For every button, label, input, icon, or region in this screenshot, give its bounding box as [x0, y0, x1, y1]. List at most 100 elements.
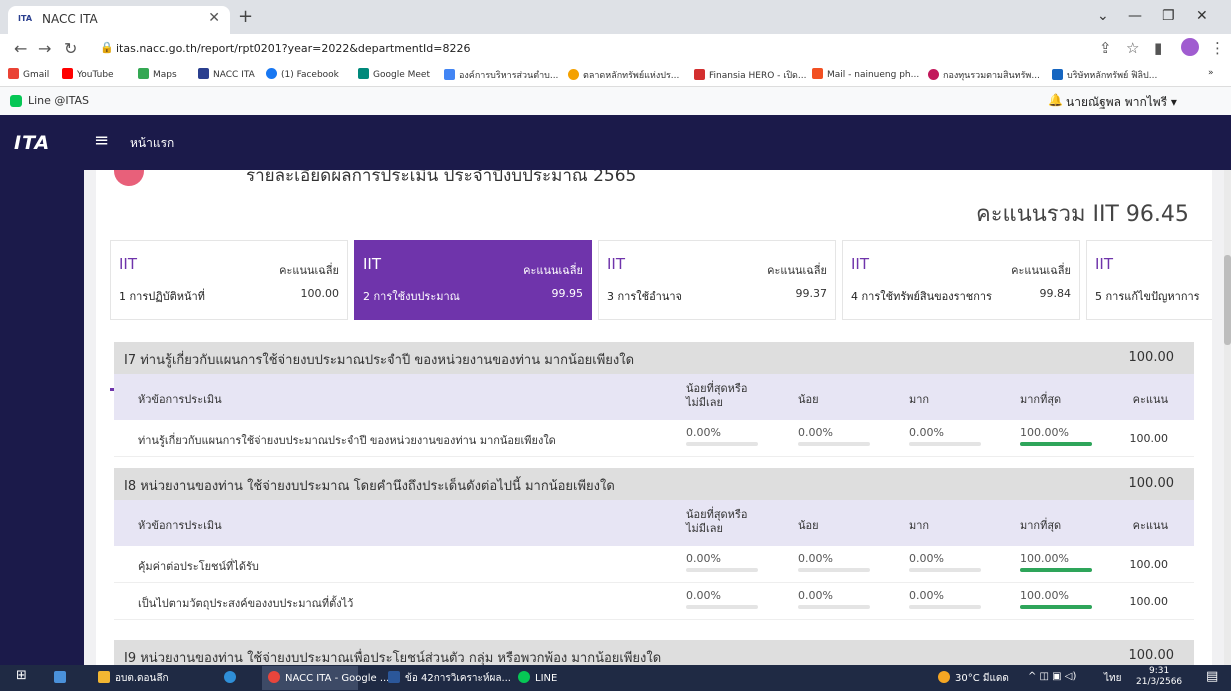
table-header: หัวข้อการประเมิน น้อยที่สุดหรือ ไม่มีเลย…: [114, 374, 1194, 420]
table-row: คุ้มค่าต่อประโยชน์ที่ได้รับ 0.00% 0.00% …: [114, 546, 1194, 583]
bookmark-item[interactable]: Mail - nainueng ph...: [812, 68, 919, 80]
close-tab-icon[interactable]: ✕: [208, 10, 220, 26]
folder-icon: [98, 671, 110, 683]
col-little: น้อย: [798, 519, 819, 532]
notification-icon[interactable]: ▤: [1206, 669, 1218, 684]
tab-avg-label: คะแนนเฉลี่ย: [523, 264, 583, 277]
bookmark-item[interactable]: ตลาดหลักทรัพย์แห่งปร...: [568, 68, 679, 82]
bookmark-item[interactable]: องค์การบริหารส่วนตำบ...: [444, 68, 558, 82]
browser-tab[interactable]: ITA NACC ITA ✕: [8, 6, 230, 34]
home-link[interactable]: หน้าแรก: [130, 134, 174, 153]
new-tab-icon[interactable]: +: [238, 6, 253, 27]
tab-authority[interactable]: IIT คะแนนเฉลี่ย 3 การใช้อำนาจ 99.37: [598, 240, 836, 320]
tab-value: 99.37: [795, 287, 828, 300]
windows-start-icon[interactable]: ⊞: [16, 668, 27, 683]
table-row: เป็นไปตามวัตถุประสงค์ของงบประมาณที่ตั้งไ…: [114, 583, 1194, 620]
back-icon[interactable]: ←: [14, 39, 27, 58]
taskbar: ⊞ อบต.ดอนลึก NACC ITA - Google ... ข้อ 4…: [0, 665, 1231, 691]
question-score: 100.00: [1128, 350, 1175, 365]
bookmark-star-icon[interactable]: ☆: [1126, 39, 1139, 57]
bookmark-item[interactable]: กองทุนรวมตามสินทรัพ...: [928, 68, 1040, 82]
table-header: หัวข้อการประเมิน น้อยที่สุดหรือ ไม่มีเลย…: [114, 500, 1194, 546]
col-topic: หัวข้อการประเมิน: [138, 519, 222, 532]
bookmark-item[interactable]: Gmail: [8, 68, 49, 80]
row-label: คุ้มค่าต่อประโยชน์ที่ได้รับ: [138, 560, 259, 573]
pct-most: 100.00%: [1020, 552, 1092, 572]
tab-value: 99.84: [1039, 287, 1072, 300]
col-much: มาก: [909, 393, 930, 406]
window-close-icon[interactable]: ✕: [1196, 8, 1208, 24]
col-most: มากที่สุด: [1020, 519, 1062, 532]
tab-performance[interactable]: IIT คะแนนเฉลี่ย 1 การปฏิบัติหน้าที่ 100.…: [110, 240, 348, 320]
bookmark-item[interactable]: NACC ITA: [198, 68, 255, 80]
bookmark-item[interactable]: Maps: [138, 68, 177, 80]
photo-app-icon[interactable]: [54, 671, 71, 684]
question-score: 100.00: [1128, 476, 1175, 491]
bookmark-item[interactable]: (1) Facebook: [266, 68, 339, 80]
bell-icon[interactable]: 🔔: [1048, 93, 1063, 107]
bookmark-item[interactable]: บริษัทหลักทรัพย์ ฟิลิป...: [1052, 68, 1157, 82]
clock[interactable]: 9:31 21/3/2566: [1136, 666, 1182, 688]
tab-iit-label: IIT: [119, 255, 138, 273]
forward-icon[interactable]: →: [38, 39, 51, 58]
minimize-icon[interactable]: —: [1128, 8, 1142, 24]
bookmark-icon: [928, 69, 939, 80]
taskbar-item-word[interactable]: ข้อ 42การวิเคราะห์ผล...: [388, 671, 511, 686]
bookmarks-more[interactable]: »: [1208, 68, 1214, 78]
menu-kebab-icon[interactable]: ⋮: [1210, 39, 1225, 57]
extension-bar: Line @ITAS 🔔 นายณัฐพล พากไพรี ▾: [0, 87, 1231, 116]
scrollbar[interactable]: [1224, 170, 1231, 665]
tab-avg-label: คะแนนเฉลี่ย: [1011, 264, 1071, 277]
profile-avatar[interactable]: [1181, 38, 1199, 56]
tab-avg-label: คะแนนเฉลี่ย: [279, 264, 339, 277]
scrollbar-thumb[interactable]: [1224, 255, 1231, 345]
pct-little: 0.00%: [798, 552, 870, 572]
sun-icon: [938, 671, 950, 683]
chrome-icon: [268, 671, 280, 683]
tab-assets[interactable]: IIT คะแนนเฉลี่ย 4 การใช้ทรัพย์สินของราชก…: [842, 240, 1080, 320]
bookmark-item[interactable]: Finansia HERO - เปิด...: [694, 68, 807, 82]
user-menu[interactable]: นายณัฐพล พากไพรี ▾: [1066, 93, 1177, 112]
bookmark-item[interactable]: YouTube: [62, 68, 114, 80]
bookmarks-bar: Gmail YouTube Maps NACC ITA (1) Facebook…: [0, 64, 1231, 87]
pct-least: 0.00%: [686, 589, 758, 609]
page-title: รายละเอียดผลการประเมิน ประจำปีงบประมาณ 2…: [246, 170, 637, 186]
col-score: คะแนน: [1132, 519, 1168, 532]
address-bar-row: ← → ↻ 🔒 itas.nacc.go.th/report/rpt0201?y…: [0, 34, 1231, 64]
edge-icon[interactable]: [224, 671, 241, 684]
row-score: 100.00: [1129, 432, 1169, 445]
bookmark-item[interactable]: Google Meet: [358, 68, 430, 80]
question-header: I8 หน่วยงานของท่าน ใช้จ่ายงบประมาณ โดยคำ…: [114, 468, 1194, 500]
tab-budget[interactable]: IIT คะแนนเฉลี่ย 2 การใช้งบประมาณ 99.95: [354, 240, 592, 320]
word-icon: [388, 671, 400, 683]
url-text: itas.nacc.go.th/report/rpt0201?year=2022…: [116, 42, 471, 55]
bookmark-icon: [694, 69, 705, 80]
tab-value: 99.95: [551, 287, 584, 300]
col-most: มากที่สุด: [1020, 393, 1062, 406]
sidepanel-icon[interactable]: ▮: [1154, 39, 1162, 57]
pct-most: 100.00%: [1020, 589, 1092, 609]
ita-logo[interactable]: ITA: [14, 132, 50, 154]
bookmark-icon: [568, 69, 579, 80]
mail-icon: [812, 68, 823, 79]
tab-iit-label: IIT: [851, 255, 870, 273]
share-icon[interactable]: ⇪: [1099, 39, 1112, 57]
row-score: 100.00: [1129, 558, 1169, 571]
reload-icon[interactable]: ↻: [64, 39, 77, 58]
restore-icon[interactable]: ❐: [1162, 8, 1175, 24]
youtube-icon: [62, 68, 73, 79]
bookmark-icon: [1052, 69, 1063, 80]
col-least: น้อยที่สุดหรือ ไม่มีเลย: [686, 508, 748, 535]
input-language[interactable]: ไทย: [1104, 671, 1121, 686]
hamburger-icon[interactable]: ≡: [94, 130, 109, 151]
tab-search-icon[interactable]: ⌄: [1097, 8, 1109, 24]
tray-icons[interactable]: ^ ◫ ▣ ◁): [1028, 671, 1076, 682]
col-least: น้อยที่สุดหรือ ไม่มีเลย: [686, 382, 748, 409]
taskbar-item-chrome[interactable]: NACC ITA - Google ...: [268, 671, 389, 684]
line-link[interactable]: Line @ITAS: [28, 94, 89, 107]
taskbar-item-folder[interactable]: อบต.ดอนลึก: [98, 671, 169, 686]
weather-widget[interactable]: 30°C มีแดด: [938, 671, 1009, 686]
taskbar-item-line[interactable]: LINE: [518, 671, 557, 684]
url-input[interactable]: 🔒 itas.nacc.go.th/report/rpt0201?year=20…: [92, 37, 1092, 61]
tab-problem-solving[interactable]: IIT 5 การแก้ไขปัญหาการ: [1086, 240, 1212, 320]
